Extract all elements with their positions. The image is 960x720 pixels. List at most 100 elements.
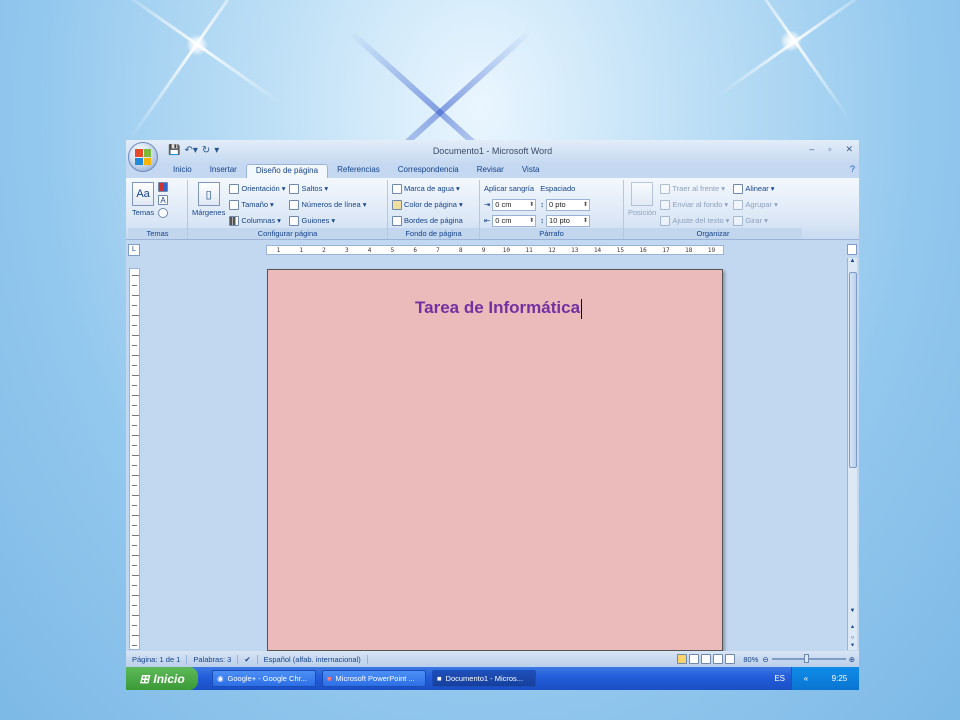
tab-selector[interactable]: L [128, 244, 140, 256]
hyphenation-button[interactable]: Guiones ▾ [289, 214, 366, 227]
group-parrafo: Aplicar sangría ⇥ 0 cm ⬍ ⇤ 0 cm ⬍ Espaciado … [480, 180, 624, 239]
browse-object-icon[interactable]: ○ [848, 635, 857, 641]
page-color-button[interactable]: Color de página ▾ [392, 198, 463, 211]
close-button[interactable]: ✕ [845, 144, 853, 155]
spacing-before-field[interactable]: 0 pto ⬍ [546, 198, 591, 211]
themes-icon: Aa [132, 182, 155, 206]
ruler-tick [132, 565, 137, 566]
vertical-scrollbar[interactable]: ▲ ▼ ⯅ ○ ⯆ [847, 258, 857, 650]
breaks-button[interactable]: Saltos ▾ [289, 182, 366, 195]
bring-front-button[interactable]: Traer al frente ▾ [660, 182, 729, 195]
tab-vista[interactable]: Vista [513, 164, 549, 178]
ruler-bar: L 1 1 2 3 4 5 6 7 8 9 10 11 12 13 14 15 16 17 18 19 [126, 242, 859, 258]
ruler-tick [132, 365, 137, 366]
word-count[interactable]: Palabras: 3 [187, 654, 239, 664]
ruler-tick [132, 475, 139, 476]
page-borders-icon [392, 215, 402, 226]
send-back-button[interactable]: Enviar al fondo ▾ [660, 198, 729, 211]
text-wrap-button[interactable]: Ajuste del texto ▾ [660, 214, 729, 227]
task-chrome[interactable]: ◉ Google+ - Google Chr... [212, 670, 316, 687]
clock[interactable]: 9:25 [832, 674, 848, 683]
task-powerpoint[interactable]: ■ Microsoft PowerPoint ... [322, 670, 426, 687]
full-screen-view-icon[interactable] [689, 654, 700, 664]
task-word[interactable]: ■ Documento1 - Micros... [432, 670, 536, 687]
position-icon [631, 182, 654, 206]
tab-revisar[interactable]: Revisar [468, 164, 513, 178]
tab-diseno-pagina[interactable]: Diseño de página [245, 164, 329, 178]
draft-view-icon[interactable] [725, 654, 736, 664]
theme-fonts-icon[interactable]: A [158, 195, 169, 205]
tab-insertar[interactable]: Insertar [201, 164, 246, 178]
margins-button[interactable]: ▯ Márgenes [192, 182, 225, 227]
view-ruler-toggle[interactable] [847, 244, 857, 255]
scroll-up-icon[interactable]: ▲ [848, 258, 857, 270]
line-numbers-button[interactable]: Números de línea ▾ [289, 198, 366, 211]
print-layout-view-icon[interactable] [677, 654, 688, 664]
tray-arrow-icon[interactable]: « [804, 674, 808, 683]
ruler-tick [132, 515, 139, 516]
document-title[interactable]: Tarea de Informática [415, 298, 583, 319]
help-icon[interactable]: ? [850, 164, 855, 178]
maximize-button[interactable]: ▫ [828, 144, 831, 155]
zoom-level[interactable]: 80% [739, 655, 762, 664]
window-title: Documento1 - Microsoft Word [432, 146, 553, 156]
next-page-icon[interactable]: ⯆ [848, 643, 857, 650]
group-temas: Aa Temas A Temas [128, 180, 188, 239]
ruler-tick [132, 635, 139, 636]
orientation-icon [229, 183, 240, 194]
columns-icon [229, 215, 240, 226]
language-bar[interactable]: ES [774, 674, 791, 683]
indent-left-field[interactable]: 0 cm ⬍ [492, 198, 537, 211]
spacing-after-field[interactable]: 10 pto ⬍ [546, 214, 591, 227]
proofing-icon[interactable]: ✔ [238, 654, 258, 664]
prev-page-icon[interactable]: ⯅ [848, 625, 857, 632]
minimize-button[interactable]: – [809, 144, 814, 155]
rotate-button[interactable]: Girar ▾ [733, 214, 777, 227]
scroll-thumb[interactable] [849, 272, 857, 468]
align-button[interactable]: Alinear ▾ [733, 182, 777, 195]
page-count[interactable]: Página: 1 de 1 [126, 654, 188, 664]
indent-right-field[interactable]: 0 cm ⬍ [492, 214, 537, 227]
group-button[interactable]: Agrupar ▾ [733, 198, 778, 211]
ruler-tick [132, 375, 139, 376]
bring-front-icon [660, 183, 671, 194]
horizontal-ruler[interactable]: 1 1 2 3 4 5 6 7 8 9 10 11 12 13 14 15 16 17 18 19 [266, 245, 724, 255]
word-icon: ■ [437, 674, 442, 683]
watermark-button[interactable]: Marca de agua ▾ [392, 182, 463, 195]
tab-referencias[interactable]: Referencias [328, 164, 389, 178]
ruler-tick [132, 355, 139, 356]
page-color-icon [392, 199, 402, 210]
zoom-out-icon[interactable]: ⊖ [762, 655, 768, 664]
zoom-in-icon[interactable]: ⊕ [849, 655, 855, 664]
start-button[interactable]: ⊞ Inicio [126, 667, 198, 690]
ruler-tick [132, 285, 137, 286]
themes-button[interactable]: Aa Temas [132, 182, 154, 227]
outline-view-icon[interactable] [713, 654, 724, 664]
scroll-down-icon[interactable]: ▼ [848, 608, 857, 620]
taskbar: ⊞ Inicio ◉ Google+ - Google Chr... ■ Micros… [126, 667, 859, 690]
theme-effects-icon[interactable] [158, 208, 169, 218]
group-label-configurar: Configurar página [188, 228, 387, 239]
position-button[interactable]: Posición [628, 182, 656, 227]
columns-button[interactable]: Columnas ▾ [229, 214, 285, 227]
zoom-slider-thumb[interactable] [803, 654, 809, 663]
zoom-slider[interactable] [771, 654, 846, 663]
web-layout-view-icon[interactable] [701, 654, 712, 664]
ruler-tick [132, 445, 137, 446]
size-button[interactable]: Tamaño ▾ [229, 198, 285, 211]
office-button[interactable] [128, 142, 158, 172]
theme-colors-icon[interactable] [158, 182, 169, 192]
breaks-icon [289, 183, 300, 194]
document-page[interactable]: Tarea de Informática [267, 269, 723, 651]
orientation-button[interactable]: Orientación ▾ [229, 182, 285, 195]
ruler-tick [132, 485, 137, 486]
tab-inicio[interactable]: Inicio [164, 164, 201, 178]
view-buttons [677, 654, 739, 664]
ruler-tick [132, 315, 139, 316]
page-borders-button[interactable]: Bordes de página [392, 214, 463, 227]
language-indicator[interactable]: Español (alfab. internacional) [258, 654, 368, 664]
vertical-ruler[interactable] [129, 268, 140, 650]
ruler-tick [132, 595, 139, 596]
tab-correspondencia[interactable]: Correspondencia [389, 164, 468, 178]
title-bar: 💾 ↶▾ ↻ ▾ Documento1 - Microsoft Word – ▫… [126, 140, 859, 172]
